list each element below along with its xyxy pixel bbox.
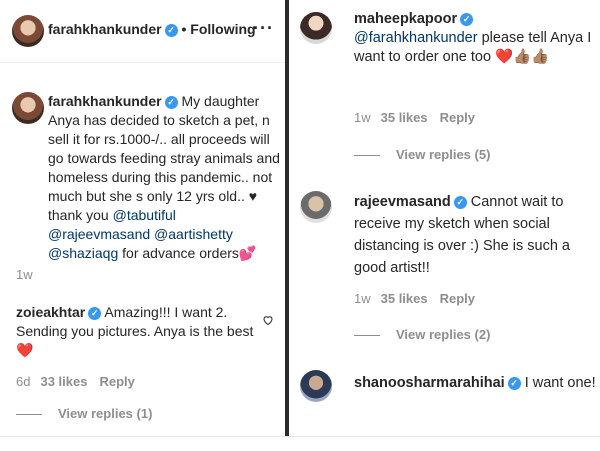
heart-icon: ♥: [248, 188, 258, 204]
emoji-icon: ❤️👍🏽👍🏽: [495, 49, 550, 65]
view-replies-button[interactable]: View replies (5): [354, 147, 490, 162]
likes-count[interactable]: 33 likes: [40, 374, 87, 389]
heart-emoji-icon: ❤️: [16, 342, 34, 358]
verified-badge-icon: ✓: [164, 96, 178, 109]
view-replies-label: View replies (2): [396, 327, 491, 342]
comment-username[interactable]: maheepkapoor: [354, 11, 457, 27]
avatar[interactable]: [300, 12, 332, 44]
mention-link[interactable]: @farahkhankunder: [354, 30, 478, 46]
view-replies-label: View replies (5): [396, 147, 491, 162]
avatar[interactable]: [12, 92, 44, 124]
comment: maheepkapoor ✓ @farahkhankunder please te…: [354, 10, 600, 67]
comment-text: I want one!: [524, 375, 596, 391]
caption-username[interactable]: farahkhankunder: [48, 93, 162, 109]
right-comments-panel: maheepkapoor ✓ @farahkhankunder please te…: [289, 0, 600, 450]
timestamp: 1w: [354, 291, 371, 306]
verified-badge-icon: ✓: [460, 13, 474, 26]
comment-username[interactable]: rajeevmasand: [354, 194, 451, 210]
comment-username[interactable]: zoieakhtar: [16, 304, 85, 320]
reply-button[interactable]: Reply: [440, 110, 475, 125]
follow-status[interactable]: • Following: [181, 21, 255, 37]
mention-link[interactable]: @tabutiful: [113, 207, 176, 223]
avatar[interactable]: [300, 191, 332, 223]
post-header: farahkhankunder ✓ • Following ···: [0, 0, 285, 63]
comment: rajeevmasand ✓ Cannot wait to receive my …: [354, 191, 600, 279]
replies-divider: [354, 335, 380, 337]
post-author-username[interactable]: farahkhankunder: [48, 21, 162, 37]
avatar[interactable]: [300, 370, 332, 402]
verified-badge-icon: ✓: [164, 24, 178, 37]
caption-body: My daughter Anya has decided to sketch a…: [48, 93, 280, 204]
timestamp: 1w: [16, 267, 33, 282]
likes-count[interactable]: 35 likes: [381, 110, 428, 125]
left-post-panel: farahkhankunder ✓ • Following ··· farahkh…: [0, 0, 285, 450]
comment-meta: 1w 35 likes Reply: [354, 291, 475, 306]
caption-text: farahkhankunder ✓ My daughter Anya has de…: [48, 92, 280, 263]
view-replies-button[interactable]: View replies (2): [354, 327, 490, 342]
hearts-emoji-icon: 💕: [238, 245, 257, 261]
reply-button[interactable]: Reply: [99, 374, 134, 389]
likes-count[interactable]: 35 likes: [381, 291, 428, 306]
mention-link[interactable]: @aartishetty: [154, 226, 233, 242]
comment-meta: 6d 33 likes Reply: [16, 374, 135, 389]
replies-divider: [16, 414, 42, 416]
mention-link[interactable]: @rajeevmasand: [48, 226, 150, 242]
view-replies-label: View replies (1): [58, 406, 153, 421]
reply-button[interactable]: Reply: [440, 291, 475, 306]
view-replies-button[interactable]: View replies (1): [16, 406, 152, 421]
comment-meta: 1w 35 likes Reply: [354, 110, 475, 125]
verified-badge-icon: ✓: [507, 377, 521, 390]
timestamp: 1w: [354, 110, 371, 125]
verified-badge-icon: ✓: [88, 307, 102, 320]
verified-badge-icon: ✓: [453, 196, 467, 209]
like-heart-icon[interactable]: [262, 313, 274, 326]
caption-timestamp: 1w: [16, 267, 43, 282]
comment: shanoosharmarahihai ✓ I want one!: [354, 372, 600, 394]
timestamp: 6d: [16, 374, 31, 389]
more-options-icon[interactable]: ···: [253, 18, 274, 39]
bottom-margin: [0, 436, 600, 451]
comment-username[interactable]: shanoosharmarahihai: [354, 375, 505, 391]
comment: zoieakhtar ✓ Amazing!!! I want 2. Sending…: [16, 303, 262, 360]
avatar[interactable]: [12, 15, 44, 47]
caption-body-end: for advance orders: [118, 245, 239, 261]
mention-link[interactable]: @shaziaqg: [48, 245, 118, 261]
caption-thanks: thank you: [48, 207, 113, 223]
replies-divider: [354, 155, 380, 157]
